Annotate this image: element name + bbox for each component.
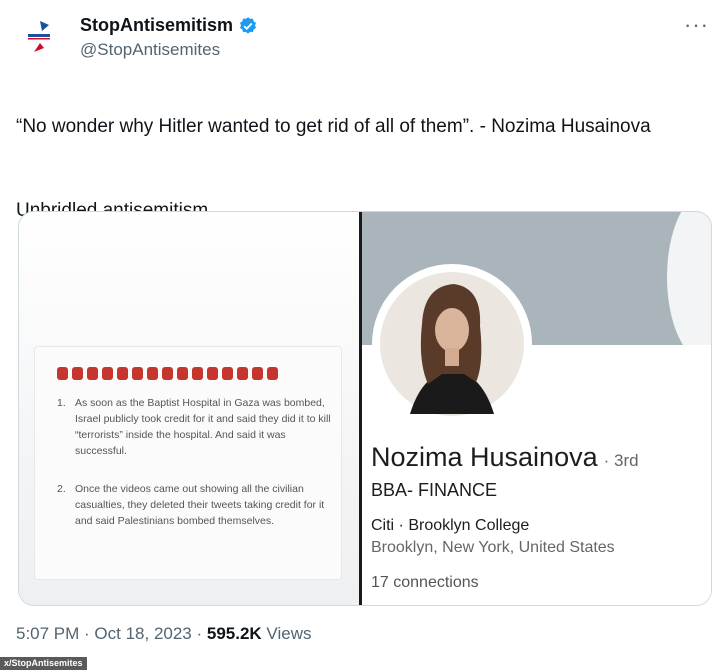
red-flag-emoji-icon — [57, 367, 278, 380]
tweet-media-image[interactable]: 1. As soon as the Baptist Hospital in Ga… — [18, 211, 712, 606]
reply-item-number: 1. — [57, 397, 66, 409]
profile-connections: 17 connections — [371, 574, 479, 591]
reply-item-text: As soon as the Baptist Hospital in Gaza … — [75, 397, 331, 457]
profile-company: Citi · Brooklyn College — [371, 517, 530, 534]
views-label: Views — [261, 624, 312, 643]
profile-photo — [372, 264, 532, 424]
image-credit: x/StopAntisemites — [0, 657, 87, 670]
linkedin-profile-pane: Nozima Husainova · 3rd BBA- FINANCE Citi… — [362, 212, 711, 605]
author-name-row[interactable]: StopAntisemitism — [80, 15, 258, 36]
connection-degree: · 3rd — [603, 451, 639, 470]
reply-screenshot-card: 1. As soon as the Baptist Hospital in Ga… — [34, 346, 342, 580]
more-options-icon[interactable]: ··· — [684, 12, 709, 38]
profile-name-row: Nozima Husainova · 3rd — [371, 442, 639, 473]
reply-item-number: 2. — [57, 483, 66, 495]
reply-item-text: Once the videos came out showing all the… — [75, 483, 325, 527]
screenshot-left-pane: 1. As soon as the Baptist Hospital in Ga… — [19, 212, 359, 605]
tweet-metadata: 5:07 PM · Oct 18, 2023 · 595.2K Views — [16, 624, 311, 644]
profile-headline: BBA- FINANCE — [371, 480, 498, 500]
author-handle[interactable]: @StopAntisemites — [80, 40, 220, 60]
tweet-timestamp[interactable]: 5:07 PM · Oct 18, 2023 · — [16, 624, 207, 643]
profile-location: Brooklyn, New York, United States — [371, 539, 615, 556]
tweet-line-1: “No wonder why Hitler wanted to get rid … — [16, 116, 651, 137]
display-name[interactable]: StopAntisemitism — [80, 15, 233, 36]
stopantisemitism-logo-icon[interactable] — [16, 14, 62, 60]
profile-name: Nozima Husainova — [371, 442, 598, 472]
views-count: 595.2K — [206, 624, 262, 643]
verified-badge-icon — [238, 16, 258, 36]
